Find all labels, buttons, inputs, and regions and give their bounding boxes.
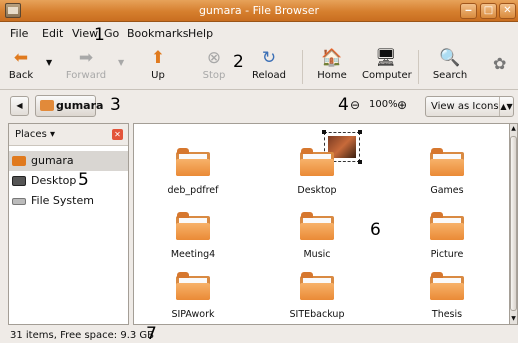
scroll-down-arrow-icon[interactable]: ▼: [510, 314, 517, 324]
folder-item-sipawork[interactable]: SIPAwork: [146, 270, 236, 324]
close-sidebar-icon[interactable]: ✕: [112, 129, 123, 140]
forward-button[interactable]: ➡ Forward: [62, 48, 110, 88]
folder-icon: [430, 212, 464, 240]
zoom-in-icon[interactable]: ⊕: [397, 98, 407, 112]
callout-3: 3: [110, 95, 121, 115]
forward-history-dropdown-icon[interactable]: ▼: [118, 58, 124, 67]
vertical-scrollbar[interactable]: ▲ ▼: [509, 123, 518, 325]
folder-icon: [430, 148, 464, 176]
folder-item-deb-pdfref[interactable]: deb_pdfref: [146, 146, 236, 204]
up-button[interactable]: ⬆ Up: [145, 48, 171, 88]
status-text: 31 items, Free space: 9.3 GB: [10, 330, 155, 341]
minimize-button[interactable]: ‒: [460, 3, 477, 19]
location-back-button[interactable]: ◀: [10, 96, 29, 116]
breadcrumb-gumara[interactable]: gumara: [35, 95, 103, 117]
menu-bookmarks[interactable]: Bookmarks: [127, 27, 188, 40]
callout-5: 5: [78, 170, 89, 190]
menu-help[interactable]: Help: [188, 27, 213, 40]
scrollbar-thumb[interactable]: [510, 136, 517, 311]
toolbar-separator: [302, 50, 303, 84]
folder-icon: [176, 272, 210, 300]
back-arrow-icon: ⬅: [13, 48, 29, 68]
folder-icon: [430, 272, 464, 300]
folder-icon: [176, 212, 210, 240]
activity-throbber-icon: ✿: [493, 54, 507, 73]
folder-item-meeting4[interactable]: Meeting4: [146, 210, 236, 268]
reload-icon: ↻: [261, 48, 277, 68]
zoom-out-icon[interactable]: ⊖: [350, 98, 360, 112]
callout-6: 6: [370, 220, 381, 240]
menu-bar: File Edit View Go Bookmarks Help: [0, 23, 518, 43]
places-dropdown[interactable]: Places ▾: [15, 129, 55, 140]
computer-icon: 🖥: [375, 48, 397, 68]
folder-item-thesis[interactable]: Thesis: [400, 270, 490, 324]
callout-1: 1: [94, 25, 105, 45]
callout-7: 7: [146, 324, 157, 343]
menu-edit[interactable]: Edit: [42, 27, 63, 40]
sidebar-header: Places ▾ ✕: [9, 124, 128, 146]
menu-file[interactable]: File: [10, 27, 28, 40]
computer-button[interactable]: 🖥 Computer: [362, 48, 412, 88]
search-button[interactable]: 🔍 Search: [432, 48, 468, 88]
folder-item-music[interactable]: Music: [270, 210, 360, 268]
select-arrows-icon: ▲▼: [499, 97, 513, 116]
location-bar: ◀ gumara 3 4 ⊖ 100% ⊕ View as Icons ▲▼: [0, 91, 518, 121]
callout-4: 4: [338, 95, 349, 115]
status-bar: 31 items, Free space: 9.3 GB 7: [0, 324, 518, 343]
sidebar-item-file-system[interactable]: File System: [9, 191, 128, 211]
stop-icon: ⊗: [206, 48, 222, 68]
home-folder-icon: [40, 100, 54, 111]
folder-icon: [300, 148, 334, 176]
title-bar: gumara - File Browser ‒ □ ✕: [0, 0, 518, 22]
file-icon-view[interactable]: deb_pdfref Desktop Games Meeting4 Music …: [133, 123, 509, 325]
up-arrow-icon: ⬆: [150, 48, 166, 68]
folder-icon: [300, 212, 334, 240]
callout-2: 2: [233, 52, 244, 72]
folder-icon: [300, 272, 334, 300]
drive-icon: [12, 198, 26, 205]
zoom-level[interactable]: 100%: [369, 99, 398, 110]
menu-go[interactable]: Go: [104, 27, 119, 40]
folder-item-sitebackup[interactable]: SITEbackup: [270, 270, 360, 324]
desktop-icon: [12, 176, 26, 186]
back-button[interactable]: ⬅ Back: [6, 48, 36, 88]
reload-button[interactable]: ↻ Reload: [249, 48, 289, 88]
places-sidebar: Places ▾ ✕ gumara Desktop File System: [8, 123, 129, 325]
stop-button[interactable]: ⊗ Stop: [199, 48, 229, 88]
window-title: gumara - File Browser: [198, 4, 320, 17]
back-history-dropdown-icon[interactable]: ▼: [46, 58, 52, 67]
search-icon: 🔍: [439, 48, 461, 68]
view-mode-select[interactable]: View as Icons ▲▼: [425, 96, 514, 117]
maximize-button[interactable]: □: [480, 3, 497, 19]
home-folder-icon: [12, 156, 26, 166]
folder-item-desktop[interactable]: Desktop: [270, 146, 360, 204]
folder-icon: [176, 148, 210, 176]
forward-arrow-icon: ➡: [78, 48, 94, 68]
sidebar-item-gumara[interactable]: gumara: [9, 151, 128, 171]
home-button[interactable]: 🏠 Home: [315, 48, 349, 88]
toolbar: ⬅ Back ▼ ➡ Forward ▼ ⬆ Up ⊗ Stop 2 ↻ Rel…: [0, 44, 518, 90]
toolbar-separator: [418, 50, 419, 84]
home-folder-icon: 🏠: [321, 48, 343, 68]
folder-item-picture[interactable]: Picture: [400, 210, 490, 268]
close-window-button[interactable]: ✕: [499, 3, 516, 19]
scroll-up-arrow-icon[interactable]: ▲: [510, 124, 517, 134]
folder-item-games[interactable]: Games: [400, 146, 490, 204]
sidebar-item-desktop[interactable]: Desktop: [9, 171, 128, 191]
